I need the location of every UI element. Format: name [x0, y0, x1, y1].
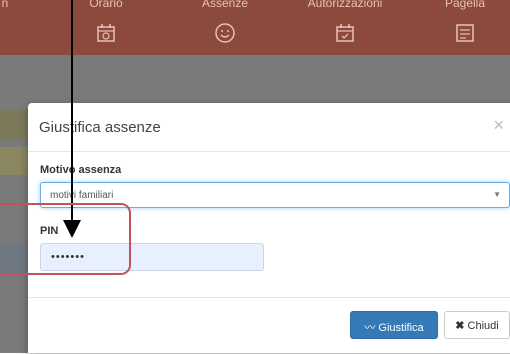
justify-button[interactable]: 〰 Giustifica	[350, 311, 438, 339]
nav-item-label: Pagella	[444, 0, 486, 10]
top-navbar: n Orario Assenze Autorizzazioni Pagella	[0, 0, 510, 55]
nav-item-label: n	[1, 0, 9, 10]
nav-item-label: Autorizzazioni	[307, 0, 383, 10]
calendar-check-icon	[336, 24, 354, 42]
report-card-icon	[456, 24, 474, 42]
calendar-clock-icon	[97, 24, 115, 42]
nav-item-orario[interactable]: Orario	[76, 0, 136, 55]
nav-item-autorizzazioni[interactable]: Autorizzazioni	[295, 0, 395, 55]
modal-footer: 〰 Giustifica ✖ Chiudi	[28, 297, 510, 354]
close-icon[interactable]: ×	[493, 115, 504, 136]
reason-select-value: motivi familiari	[50, 190, 114, 201]
background-row	[0, 110, 28, 140]
modal-title: Giustifica assenze	[39, 119, 161, 136]
close-button-label: Chiudi	[467, 320, 499, 332]
chevron-down-icon: ▼	[493, 190, 501, 199]
close-icon: ✖	[455, 320, 465, 332]
nav-item-partial[interactable]: n	[0, 0, 12, 55]
nav-item-pagella[interactable]: Pagella	[430, 0, 500, 55]
annotation-arrow-line	[71, 0, 73, 224]
smiley-icon	[215, 23, 235, 43]
annotation-highlight-box	[0, 203, 131, 275]
nav-item-assenze[interactable]: Assenze	[190, 0, 260, 55]
close-button[interactable]: ✖ Chiudi	[444, 311, 510, 339]
nav-item-label: Orario	[89, 0, 123, 10]
reason-label: Motivo assenza	[40, 164, 122, 176]
background-row	[0, 147, 28, 175]
nav-item-label: Assenze	[201, 0, 249, 10]
modal-header: Giustifica assenze ×	[28, 103, 510, 152]
signature-icon: 〰	[364, 322, 376, 334]
justify-button-label: Giustifica	[378, 322, 424, 334]
